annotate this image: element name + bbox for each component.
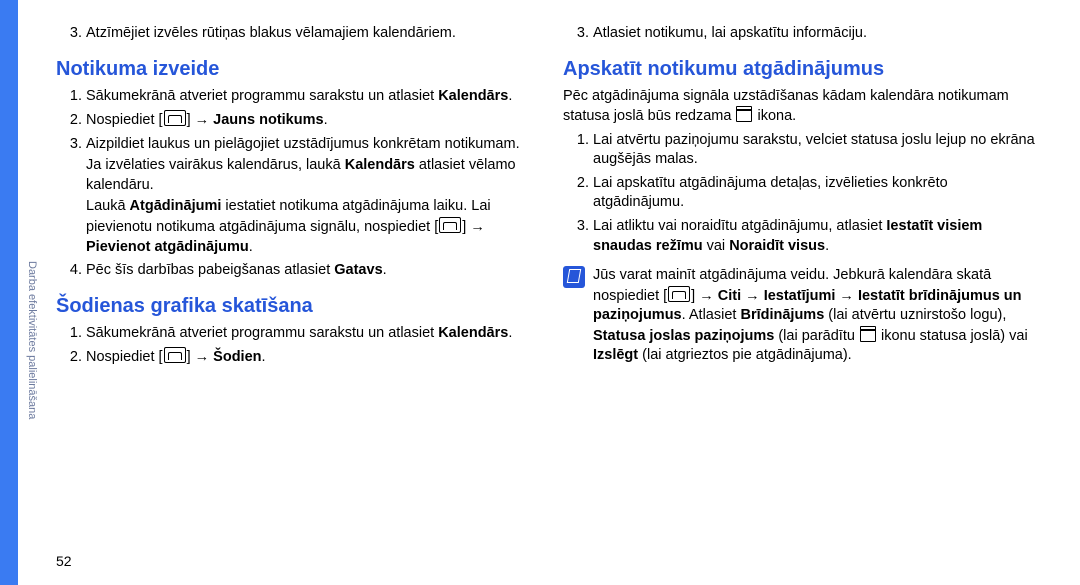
calendar-indicator-icon [736, 106, 752, 122]
list-item: Nospiediet [] → Šodien. [86, 347, 533, 368]
menu-key-icon [439, 217, 461, 233]
heading-view-reminders: Apskatīt notikumu atgādinājumus [563, 58, 1040, 81]
menu-key-icon [164, 347, 186, 363]
list-item: Lai atvērtu paziņojumu sarakstu, velciet… [593, 131, 1040, 170]
intro-paragraph: Pēc atgādinājuma signāla uzstādīšanas kā… [563, 87, 1040, 127]
list-item: Sākumekrānā atveriet programmu sarakstu … [86, 324, 533, 344]
menu-key-icon [668, 286, 690, 302]
continued-ordered-list: Atlasiet notikumu, lai apskatītu informā… [563, 24, 1040, 44]
list-item: Pēc šīs darbības pabeigšanas atlasiet Ga… [86, 261, 533, 281]
page-number: 52 [56, 553, 72, 569]
section-vertical-label: Darba efektivitātes palielināšana [24, 210, 40, 470]
list-item: Lai apskatītu atgādinājuma detaļas, izvē… [593, 174, 1040, 213]
create-event-steps: Sākumekrānā atveriet programmu sarakstu … [56, 87, 533, 281]
note-text: Jūs varat mainīt atgādinājuma veidu. Jeb… [593, 266, 1040, 366]
view-reminders-steps: Lai atvērtu paziņojumu sarakstu, velciet… [563, 131, 1040, 256]
heading-today-schedule: Šodienas grafika skatīšana [56, 295, 533, 318]
heading-create-event: Notikuma izveide [56, 58, 533, 81]
list-item: Lai atliktu vai noraidītu atgādinājumu, … [593, 217, 1040, 256]
intro-ordered-list: Atzīmējiet izvēles rūtiņas blakus vēlama… [56, 24, 533, 44]
list-item: Nospiediet [] → Jauns notikums. [86, 110, 533, 131]
two-column-layout: Atzīmējiet izvēles rūtiņas blakus vēlama… [56, 20, 1040, 565]
list-item: Atlasiet notikumu, lai apskatītu informā… [593, 24, 1040, 44]
note-icon [563, 266, 585, 288]
list-item: Aizpildiet laukus un pielāgojiet uzstādī… [86, 135, 533, 257]
calendar-indicator-icon [860, 326, 876, 342]
list-item: Atzīmējiet izvēles rūtiņas blakus vēlama… [86, 24, 533, 44]
sub-paragraph: Laukā Atgādinājumi iestatiet notikuma at… [86, 197, 533, 257]
column-right: Atlasiet notikumu, lai apskatītu informā… [563, 20, 1040, 565]
today-schedule-steps: Sākumekrānā atveriet programmu sarakstu … [56, 324, 533, 368]
left-color-bar [0, 0, 18, 585]
sub-paragraph: Ja izvēlaties vairākus kalendārus, laukā… [86, 156, 533, 195]
note-callout: Jūs varat mainīt atgādinājuma veidu. Jeb… [563, 266, 1040, 366]
list-item: Sākumekrānā atveriet programmu sarakstu … [86, 87, 533, 107]
manual-page: Darba efektivitātes palielināšana Atzīmē… [0, 0, 1080, 585]
column-left: Atzīmējiet izvēles rūtiņas blakus vēlama… [56, 20, 533, 565]
menu-key-icon [164, 110, 186, 126]
